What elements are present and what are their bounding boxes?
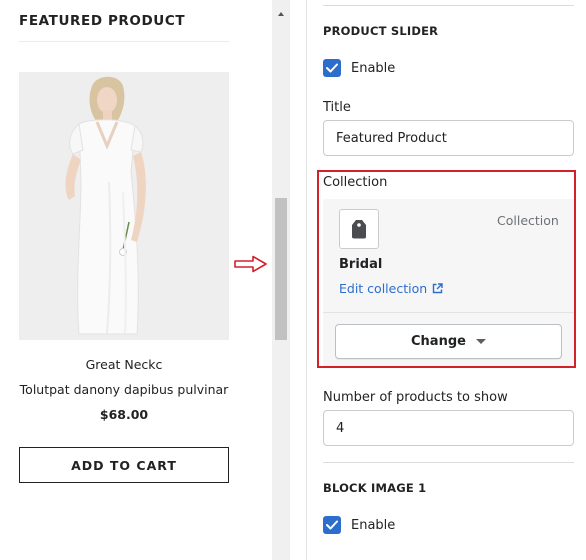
change-collection-button[interactable]: Change [335,324,562,359]
external-link-icon [432,283,443,294]
title-field-label: Title [323,100,351,115]
settings-panel-border [306,0,307,560]
block-image-1-title: BLOCK IMAGE 1 [323,481,427,495]
collection-field-label: Collection [323,175,388,190]
section-divider [323,462,574,463]
checkmark-icon[interactable] [323,59,341,77]
caret-down-icon [475,339,486,344]
add-to-cart-button[interactable]: ADD TO CART [19,447,229,483]
products-count-label: Number of products to show [323,390,508,405]
title-input[interactable]: Featured Product [323,120,574,156]
products-count-input[interactable]: 4 [323,410,574,446]
edit-collection-label[interactable]: Edit collection [339,281,427,296]
edit-collection-link[interactable]: Edit collection [339,281,443,296]
block-image-1-enable-checkbox[interactable]: Enable [323,516,395,534]
collection-name: Bridal [339,257,383,272]
product-image[interactable] [19,72,229,340]
product-slider-enable-label: Enable [351,60,396,76]
checkmark-icon[interactable] [323,516,341,534]
preview-scrollbar[interactable] [272,0,290,560]
scroll-thumb[interactable] [275,198,287,340]
product-slider-enable-checkbox[interactable]: Enable [323,59,395,77]
product-price: $68.00 [99,407,149,422]
section-divider [323,5,574,6]
product-name[interactable]: Great Neckc [19,357,229,372]
block-image-1-enable-label: Enable [351,517,396,533]
arrow-right-icon [233,255,269,278]
change-button-label[interactable]: Change [411,334,466,349]
collection-type-label: Collection [497,213,559,228]
product-description: Tolutpat danony dapibus pulvinar [19,382,229,397]
tag-icon [339,209,379,249]
product-slider-title: PRODUCT SLIDER [323,24,439,38]
scroll-up-arrow-icon[interactable] [272,8,290,20]
heading-divider [19,41,229,42]
preview-panel: FEATURED PRODUCT Great Neckc Tolutpat da… [0,0,272,560]
section-heading: FEATURED PRODUCT [19,13,186,29]
